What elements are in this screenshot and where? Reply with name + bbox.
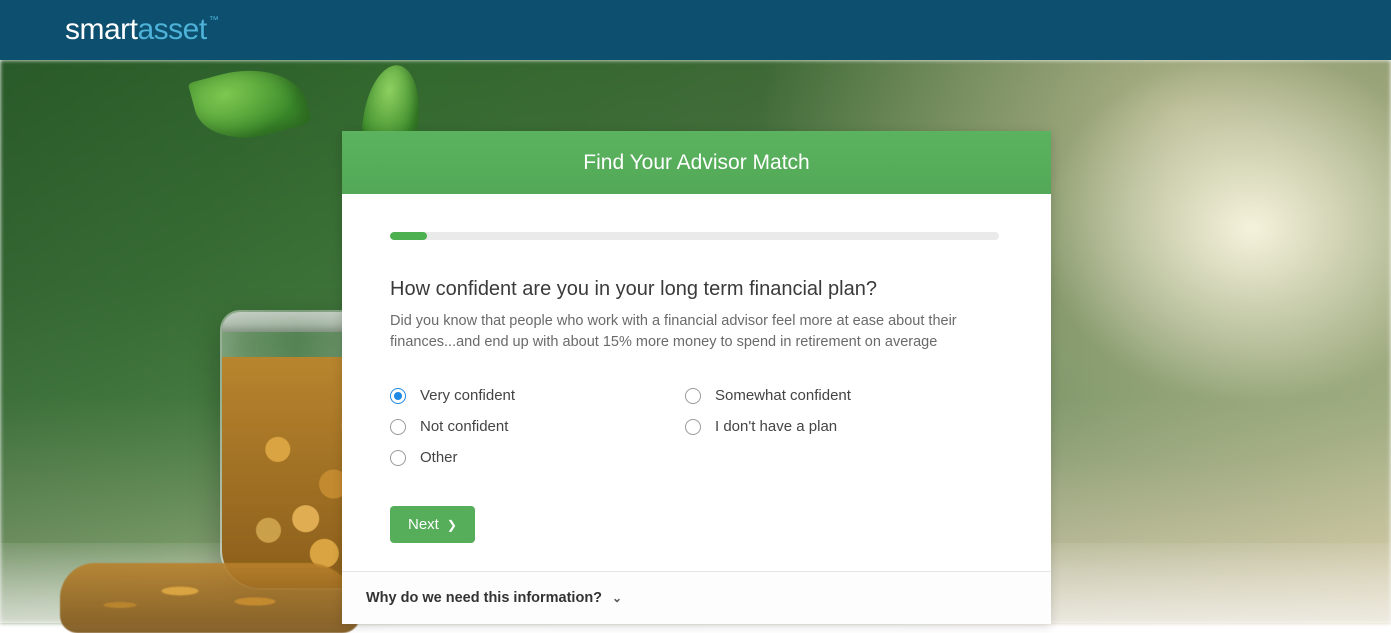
radio-icon [685, 419, 701, 435]
progress-fill [390, 232, 427, 240]
progress-bar [390, 232, 999, 240]
option-very-confident[interactable]: Very confident [390, 387, 685, 404]
option-somewhat-confident[interactable]: Somewhat confident [685, 387, 980, 404]
option-other[interactable]: Other [390, 449, 685, 466]
option-label: Very confident [420, 387, 515, 404]
option-label: Somewhat confident [715, 387, 851, 404]
chevron-right-icon: ❯ [447, 518, 457, 532]
chevron-down-icon: ⌄ [612, 591, 622, 605]
radio-icon [390, 419, 406, 435]
options-grid: Very confident Somewhat confident Not co… [390, 387, 1003, 466]
brand-tm: ™ [209, 15, 219, 26]
brand-part1: smart [65, 13, 138, 46]
card-footer: Why do we need this information? ⌄ [342, 571, 1051, 624]
brand-logo[interactable]: smartasset™ [65, 13, 216, 47]
next-button[interactable]: Next ❯ [390, 506, 475, 543]
why-label: Why do we need this information? [366, 590, 602, 606]
card-body: How confident are you in your long term … [342, 194, 1051, 571]
question-subtext: Did you know that people who work with a… [390, 311, 970, 353]
option-label: Not confident [420, 418, 508, 435]
option-label: I don't have a plan [715, 418, 837, 435]
option-no-plan[interactable]: I don't have a plan [685, 418, 980, 435]
radio-icon [685, 388, 701, 404]
radio-icon [390, 450, 406, 466]
why-info-toggle[interactable]: Why do we need this information? ⌄ [366, 590, 1027, 606]
option-label: Other [420, 449, 458, 466]
next-label: Next [408, 516, 439, 533]
card-title: Find Your Advisor Match [342, 131, 1051, 194]
top-nav: smartasset™ [0, 0, 1391, 60]
quiz-card: Find Your Advisor Match How confident ar… [342, 131, 1051, 624]
question-text: How confident are you in your long term … [390, 278, 1003, 301]
brand-part2: asset [138, 13, 207, 46]
option-not-confident[interactable]: Not confident [390, 418, 685, 435]
radio-icon [390, 388, 406, 404]
